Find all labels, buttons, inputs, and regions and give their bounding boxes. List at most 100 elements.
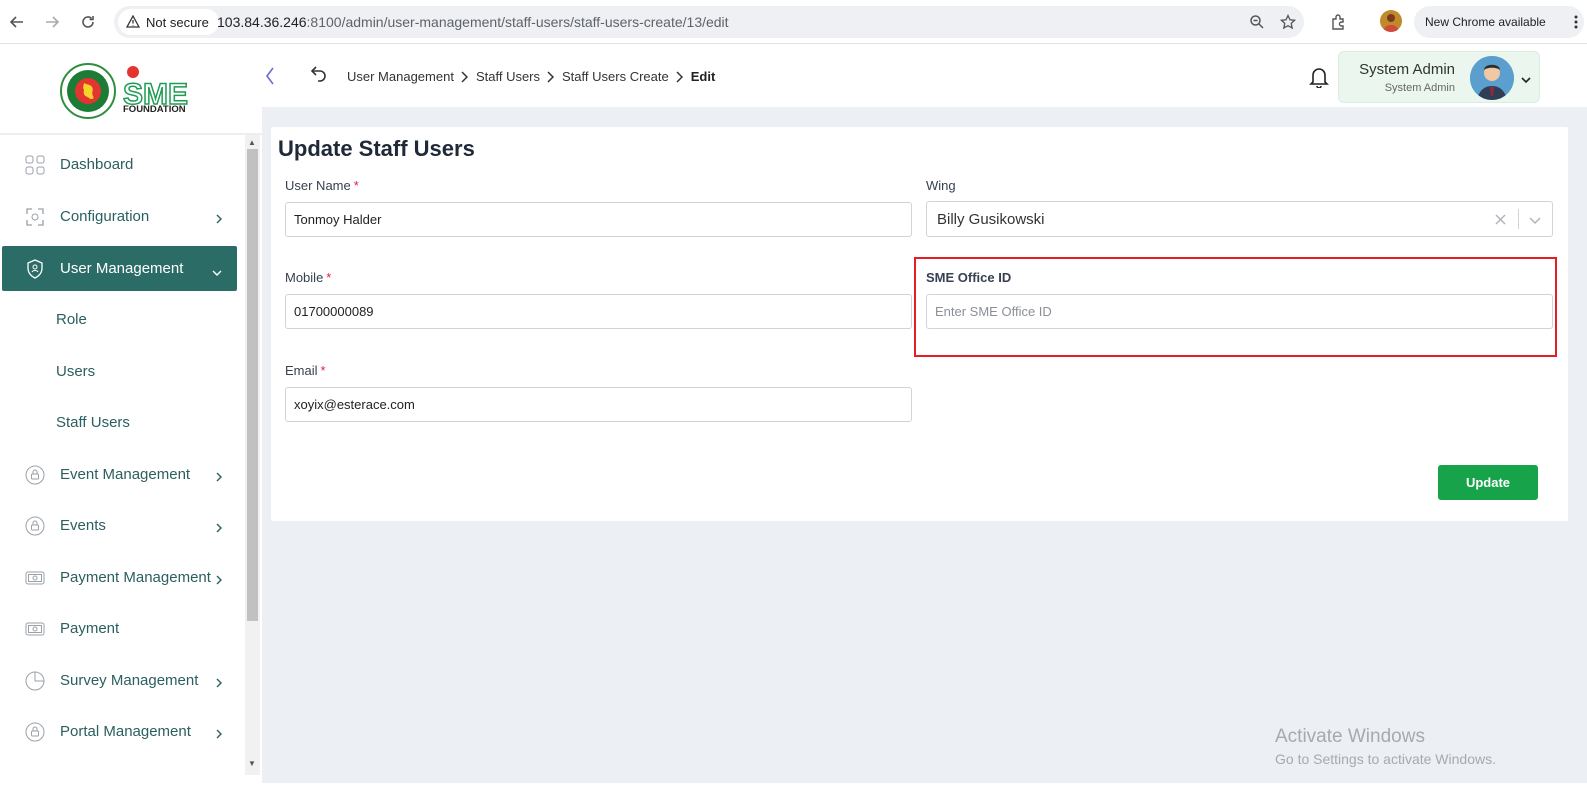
chevron-right-icon bbox=[546, 70, 555, 83]
money-icon bbox=[24, 567, 46, 589]
scroll-down-icon[interactable]: ▼ bbox=[248, 759, 256, 768]
chevron-right-icon bbox=[675, 70, 683, 83]
sidebar-item-label: Portal Management bbox=[60, 723, 191, 740]
logo-foundation-text: FOUNDATION bbox=[123, 104, 186, 115]
settings-icon bbox=[24, 206, 46, 228]
sidebar-item-portal-management[interactable]: Portal Management bbox=[2, 709, 237, 754]
sidebar-item-event-management[interactable]: Event Management bbox=[2, 452, 237, 497]
scroll-up-icon[interactable]: ▲ bbox=[248, 138, 256, 147]
update-button[interactable]: Update bbox=[1438, 465, 1538, 500]
sidebar-item-events[interactable]: Events bbox=[2, 503, 237, 548]
url-text[interactable]: 103.84.36.246:8100/admin/user-management… bbox=[217, 14, 729, 30]
sme-foundation-logo[interactable]: SME FOUNDATION bbox=[60, 62, 200, 120]
breadcrumb-edit: Edit bbox=[690, 69, 716, 84]
breadcrumb-user-management[interactable]: User Management bbox=[347, 69, 454, 84]
sidebar-item-dashboard[interactable]: Dashboard bbox=[2, 142, 237, 187]
sidebar-collapse-icon[interactable] bbox=[264, 66, 276, 92]
lock-icon bbox=[24, 464, 46, 486]
clear-icon[interactable] bbox=[1495, 212, 1506, 228]
shield-user-icon bbox=[24, 258, 46, 280]
back-arrow-icon[interactable] bbox=[6, 11, 28, 33]
browser-toolbar: Not secure 103.84.36.246:8100/admin/user… bbox=[0, 0, 1587, 44]
chevron-down-icon bbox=[1521, 71, 1531, 89]
avatar bbox=[1470, 56, 1514, 100]
user-name-label: User Name * bbox=[285, 178, 359, 193]
security-label: Not secure bbox=[146, 14, 209, 30]
wing-select[interactable]: Billy Gusikowski bbox=[926, 201, 1553, 237]
chevron-right-icon bbox=[216, 469, 222, 486]
sidebar-subitem-role[interactable]: Role bbox=[56, 311, 87, 328]
windows-watermark-title: Activate Windows bbox=[1275, 726, 1425, 747]
sidebar-item-survey-management[interactable]: Survey Management bbox=[2, 658, 237, 703]
lock-icon bbox=[24, 721, 46, 743]
forward-arrow-icon[interactable] bbox=[41, 11, 63, 33]
sidebar-item-label: Event Management bbox=[60, 466, 191, 483]
user-name-input[interactable] bbox=[285, 202, 912, 237]
more-vertical-icon bbox=[1574, 15, 1578, 29]
sidebar-item-user-management[interactable]: User Management bbox=[2, 246, 237, 291]
mobile-label-text: Mobile bbox=[285, 270, 324, 285]
sidebar-scrollbar[interactable]: ▲ ▼ bbox=[245, 135, 260, 775]
wing-select-value: Billy Gusikowski bbox=[937, 211, 1045, 228]
mobile-input[interactable] bbox=[285, 294, 912, 329]
url-path: :8100/admin/user-management/staff-users/… bbox=[306, 14, 729, 30]
user-name-label-text: User Name bbox=[285, 178, 351, 193]
chevron-down-icon bbox=[212, 263, 222, 280]
chevron-right-icon bbox=[216, 675, 222, 692]
email-label: Email * bbox=[285, 363, 326, 378]
sidebar-item-payment[interactable]: Payment bbox=[2, 606, 237, 651]
sidebar-item-label: Configuration bbox=[60, 208, 150, 225]
highlight-annotation bbox=[914, 257, 1557, 357]
email-input[interactable] bbox=[285, 387, 912, 422]
chevron-right-icon bbox=[460, 70, 468, 83]
money-icon bbox=[24, 618, 46, 640]
user-menu[interactable]: System Admin System Admin bbox=[1338, 51, 1540, 103]
chevron-right-icon bbox=[216, 726, 222, 743]
chevron-down-icon[interactable] bbox=[1529, 212, 1541, 230]
mobile-label: Mobile * bbox=[285, 270, 331, 285]
grid-icon bbox=[24, 154, 46, 176]
address-bar[interactable]: Not secure 103.84.36.246:8100/admin/user… bbox=[114, 6, 1304, 38]
sidebar-item-payment-management[interactable]: Payment Management bbox=[2, 555, 237, 600]
sidebar-subitem-staff-users[interactable]: Staff Users bbox=[56, 414, 130, 431]
chevron-right-icon bbox=[216, 211, 222, 228]
chevron-right-icon bbox=[216, 520, 222, 537]
chrome-update-button[interactable]: New Chrome available bbox=[1414, 6, 1584, 38]
pie-chart-icon bbox=[24, 670, 46, 692]
sidebar-item-label: User Management bbox=[60, 260, 184, 277]
wing-label: Wing bbox=[926, 178, 956, 193]
required-mark: * bbox=[353, 178, 359, 193]
zoom-icon[interactable] bbox=[1247, 12, 1267, 32]
breadcrumb-staff-users[interactable]: Staff Users bbox=[476, 69, 540, 84]
sidebar-subitem-users[interactable]: Users bbox=[56, 363, 95, 380]
sidebar-item-label: Events bbox=[60, 517, 106, 534]
sidebar-item-label: Payment bbox=[60, 620, 120, 637]
sidebar-item-label: Survey Management bbox=[60, 672, 199, 689]
select-divider bbox=[1518, 209, 1519, 229]
warning-icon bbox=[126, 15, 140, 28]
required-mark: * bbox=[326, 270, 332, 285]
security-chip[interactable]: Not secure bbox=[118, 9, 219, 35]
required-mark: * bbox=[320, 363, 326, 378]
user-role: System Admin bbox=[1384, 82, 1455, 94]
sidebar-item-label: Payment Management bbox=[60, 569, 211, 586]
sidebar-item-configuration[interactable]: Configuration bbox=[2, 194, 237, 239]
user-name: System Admin bbox=[1359, 61, 1455, 78]
reload-icon[interactable] bbox=[77, 11, 99, 33]
url-host: 103.84.36.246 bbox=[217, 14, 307, 30]
scrollbar-thumb[interactable] bbox=[247, 149, 258, 621]
undo-back-icon[interactable] bbox=[310, 64, 328, 87]
breadcrumb-staff-users-create[interactable]: Staff Users Create bbox=[562, 69, 669, 84]
page-title: Update Staff Users bbox=[278, 136, 475, 161]
profile-avatar-icon[interactable] bbox=[1380, 10, 1402, 32]
windows-watermark-subtitle: Go to Settings to activate Windows. bbox=[1275, 751, 1496, 767]
chevron-right-icon bbox=[216, 572, 222, 589]
sidebar-item-label: Dashboard bbox=[60, 156, 134, 173]
extensions-icon[interactable] bbox=[1328, 11, 1350, 33]
email-label-text: Email bbox=[285, 363, 318, 378]
breadcrumb: User Management Staff Users Staff Users … bbox=[347, 69, 715, 84]
chrome-update-label: New Chrome available bbox=[1425, 15, 1546, 29]
lock-icon bbox=[24, 515, 46, 537]
bookmark-star-icon[interactable] bbox=[1278, 12, 1298, 32]
bell-icon[interactable] bbox=[1309, 66, 1329, 93]
